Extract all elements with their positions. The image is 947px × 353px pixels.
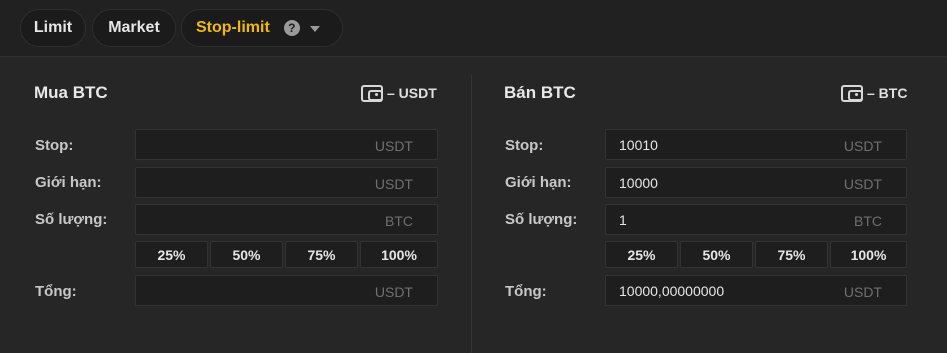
buy-total-input[interactable] — [149, 283, 349, 299]
buy-limit-input[interactable] — [149, 175, 349, 191]
buy-limit-unit: USDT — [374, 176, 413, 192]
sell-limit-unit: USDT — [843, 176, 882, 192]
help-icon[interactable]: ? — [283, 20, 300, 36]
buy-amount-unit: BTC — [385, 213, 413, 229]
buy-amount-field[interactable]: BTC — [135, 204, 438, 235]
sell-total-field[interactable]: USDT — [605, 275, 907, 306]
tab-stop-limit-label: Stop-limit — [196, 19, 270, 36]
sell-section: Bán BTC – BTC Stop: USDT Giới hạn: USDT … — [472, 57, 947, 353]
buy-stop-unit: USDT — [374, 138, 413, 154]
buy-stop-input[interactable] — [149, 137, 349, 153]
sell-amount-label: Số lượng: — [505, 211, 578, 228]
buy-percent-25-button[interactable]: 25% — [135, 241, 208, 268]
sell-stop-field[interactable]: USDT — [605, 129, 907, 160]
tab-market[interactable]: Market — [92, 9, 176, 47]
sell-percent-50-button[interactable]: 50% — [680, 241, 753, 268]
buy-percent-75-button[interactable]: 75% — [285, 241, 358, 268]
sell-amount-input[interactable] — [619, 212, 819, 228]
buy-total-label: Tổng: — [35, 283, 77, 300]
buy-percent-50-button[interactable]: 50% — [210, 241, 283, 268]
tab-stop-limit[interactable]: Stop-limit ? — [181, 9, 343, 47]
order-type-tabs: Limit Market Stop-limit ? — [0, 0, 947, 57]
buy-stop-field[interactable]: USDT — [135, 129, 438, 160]
buy-total-field[interactable]: USDT — [135, 275, 438, 306]
sell-amount-unit: BTC — [854, 213, 882, 229]
buy-title: Mua BTC — [34, 83, 108, 102]
sell-total-input[interactable] — [619, 283, 819, 299]
wallet-icon — [361, 84, 383, 102]
sell-stop-label: Stop: — [505, 137, 544, 154]
sell-total-label: Tổng: — [505, 283, 547, 300]
sell-percent-25-button[interactable]: 25% — [605, 241, 678, 268]
buy-balance: – USDT — [361, 84, 437, 102]
buy-balance-value: – USDT — [387, 85, 437, 101]
sell-limit-field[interactable]: USDT — [605, 167, 907, 198]
wallet-icon — [841, 84, 863, 102]
sell-percent-100-button[interactable]: 100% — [830, 241, 907, 268]
sell-total-unit: USDT — [843, 284, 882, 300]
sell-amount-field[interactable]: BTC — [605, 204, 907, 235]
sell-percent-75-button[interactable]: 75% — [755, 241, 828, 268]
sell-limit-label: Giới hạn: — [505, 174, 572, 191]
sell-balance: – BTC — [841, 84, 907, 102]
buy-stop-label: Stop: — [35, 137, 74, 154]
sell-stop-input[interactable] — [619, 137, 819, 153]
buy-limit-label: Giới hạn: — [35, 174, 102, 191]
sell-limit-input[interactable] — [619, 175, 819, 191]
sell-title: Bán BTC — [504, 83, 576, 102]
buy-amount-label: Số lượng: — [35, 211, 108, 228]
buy-limit-field[interactable]: USDT — [135, 167, 438, 198]
buy-section: Mua BTC – USDT Stop: USDT Giới hạn: USDT… — [0, 57, 471, 353]
chevron-down-icon[interactable] — [309, 26, 320, 32]
sell-stop-unit: USDT — [843, 138, 882, 154]
order-form-panel: Mua BTC – USDT Stop: USDT Giới hạn: USDT… — [0, 57, 947, 353]
sell-balance-value: – BTC — [867, 85, 908, 101]
buy-percent-100-button[interactable]: 100% — [360, 241, 438, 268]
tab-limit[interactable]: Limit — [20, 9, 86, 47]
buy-total-unit: USDT — [374, 284, 413, 300]
buy-amount-input[interactable] — [149, 212, 349, 228]
